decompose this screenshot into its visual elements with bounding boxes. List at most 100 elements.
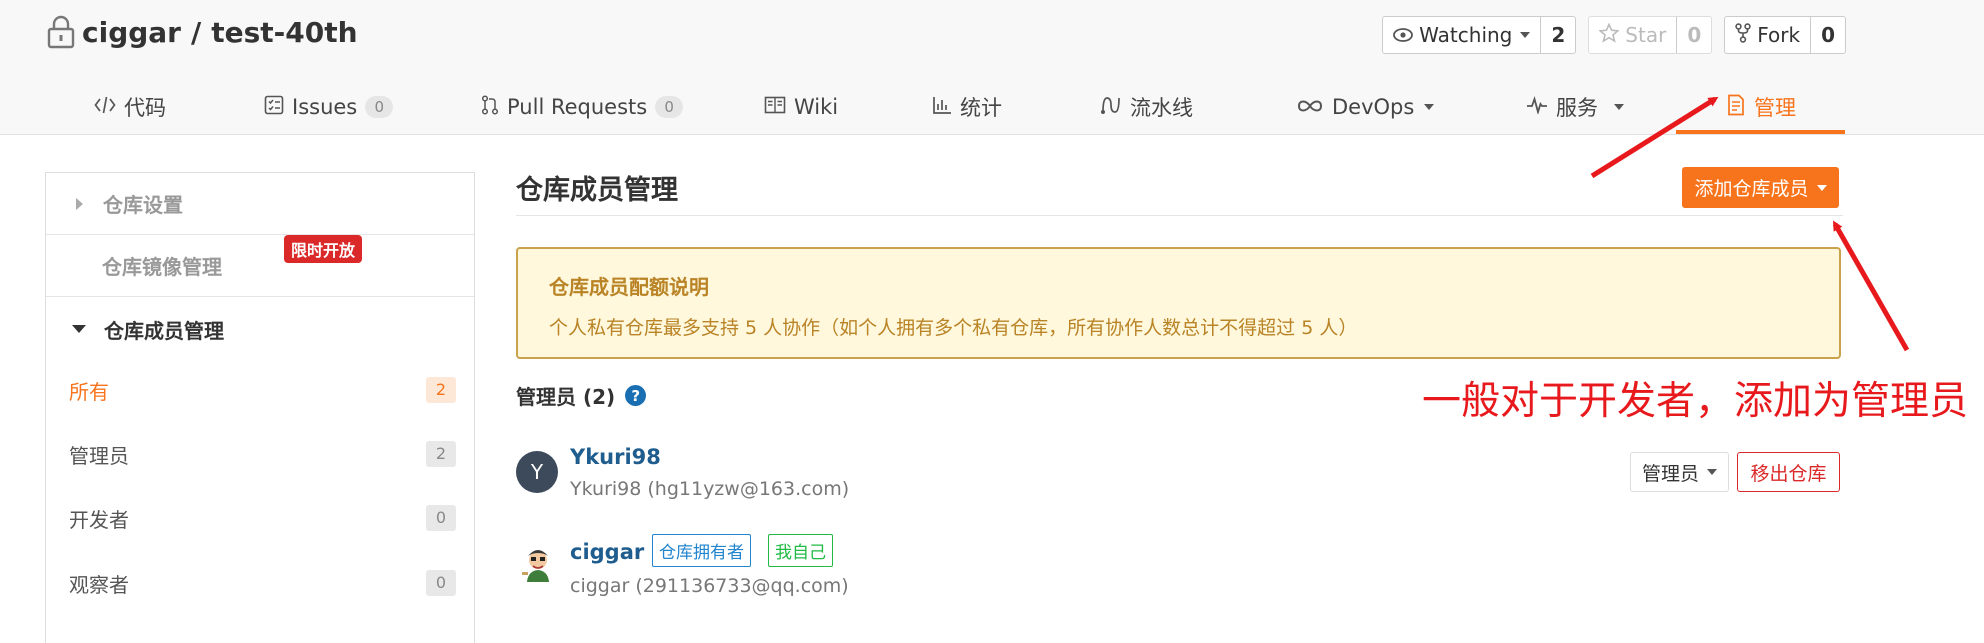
issues-icon — [264, 95, 284, 120]
pipeline-icon — [1100, 94, 1122, 121]
chevron-down-icon — [1520, 32, 1531, 38]
chevron-down-icon — [1614, 104, 1624, 110]
tab-label: 管理 — [1754, 96, 1796, 120]
fork-button[interactable]: Fork 0 — [1724, 16, 1846, 54]
sidebar-item-all[interactable]: 所有 2 — [46, 358, 474, 422]
sidebar-item-label: 仓库镜像管理 限时开放 — [102, 235, 363, 280]
fork-label: Fork — [1757, 23, 1801, 47]
add-member-label: 添加仓库成员 — [1694, 178, 1809, 200]
tab-manage[interactable]: 管理 — [1726, 80, 1796, 134]
mirror-label: 仓库镜像管理 — [102, 255, 222, 279]
watching-button[interactable]: Watching 2 — [1382, 16, 1577, 54]
tab-services[interactable]: 服务 — [1526, 80, 1624, 134]
chevron-down-icon — [1424, 104, 1435, 110]
tab-label: 服务 — [1556, 96, 1598, 120]
tab-devops[interactable]: DevOps — [1296, 80, 1435, 134]
chevron-down-icon — [1816, 184, 1827, 191]
repo-tabs: 代码 Issues 0 Pull Requests 0 Wiki 统计 流水线 … — [0, 80, 1984, 134]
repo-header: ciggar / test-40th Watching 2 Star 0 For… — [0, 0, 1984, 135]
star-label: Star — [1625, 23, 1667, 47]
repo-owner-link[interactable]: ciggar — [82, 16, 181, 49]
notice-title: 仓库成员配额说明 — [549, 275, 709, 299]
tab-label: Issues — [292, 95, 358, 119]
tab-wiki[interactable]: Wiki — [764, 80, 838, 134]
eye-icon — [1393, 23, 1414, 47]
avatar: Y — [516, 451, 558, 493]
help-icon[interactable]: ? — [625, 385, 647, 406]
annotation-text: 一般对于开发者，添加为管理员 — [1422, 379, 1969, 424]
bar-chart-icon — [932, 95, 952, 120]
pull-requests-count-badge: 0 — [655, 96, 684, 118]
tab-pipeline[interactable]: 流水线 — [1100, 80, 1193, 134]
star-count[interactable]: 0 — [1676, 17, 1711, 53]
code-icon — [94, 95, 116, 120]
sidebar-item-label: 仓库设置 — [103, 193, 183, 217]
sidebar-item-label: 开发者 — [69, 507, 129, 532]
tab-label: 统计 — [960, 96, 1002, 120]
owner-tag: 仓库拥有者 — [652, 534, 751, 567]
sidebar-members-section[interactable]: 仓库成员管理 — [46, 297, 474, 361]
watching-count[interactable]: 2 — [1540, 17, 1575, 53]
notice-text: 个人私有仓库最多支持 5 人协作（如个人拥有多个私有仓库，所有协作人数总计不得超… — [549, 317, 1358, 339]
sidebar-item-label: 管理员 — [69, 443, 129, 468]
issues-count-badge: 0 — [365, 96, 394, 118]
arrow-to-add-button — [1832, 220, 1910, 352]
tab-label: 流水线 — [1130, 96, 1193, 120]
chevron-right-icon — [76, 197, 83, 210]
member-name-link[interactable]: Ykuri98 — [570, 445, 661, 469]
role-select[interactable]: 管理员 — [1630, 452, 1729, 492]
page-title: 仓库成员管理 — [516, 175, 678, 206]
member-email: Ykuri98 (hg11yzw@163.com) — [570, 478, 850, 500]
tab-label: 代码 — [124, 96, 166, 120]
member-name-link[interactable]: ciggar — [570, 540, 644, 564]
repo-actions: Watching 2 Star 0 Fork 0 — [1382, 16, 1846, 54]
repo-name-link[interactable]: test-40th — [211, 16, 357, 49]
repo-title: ciggar / test-40th — [46, 12, 358, 52]
sidebar-item-developers[interactable]: 开发者 0 — [46, 486, 474, 550]
count-badge: 2 — [426, 377, 456, 403]
settings-doc-icon — [1726, 94, 1746, 121]
pulse-icon — [1526, 95, 1548, 119]
pull-request-icon — [481, 94, 499, 120]
tab-label: DevOps — [1332, 95, 1415, 119]
active-tab-indicator — [1676, 130, 1845, 134]
count-badge: 0 — [426, 570, 456, 596]
infinity-icon — [1296, 95, 1324, 119]
sidebar-repo-settings[interactable]: 仓库设置 — [46, 173, 474, 235]
tab-pull-requests[interactable]: Pull Requests 0 — [481, 80, 684, 134]
settings-sidebar: 仓库设置 仓库镜像管理 限时开放 仓库成员管理 所有 2 管理员 2 开发者 0… — [45, 172, 475, 643]
admins-heading: 管理员 (2) ? — [516, 381, 647, 410]
repo-separator: / — [190, 15, 202, 49]
remove-member-button[interactable]: 移出仓库 — [1737, 452, 1840, 492]
limited-badge: 限时开放 — [284, 235, 363, 263]
tab-label: Pull Requests — [507, 95, 648, 119]
fork-icon — [1735, 22, 1751, 48]
chevron-down-icon — [72, 325, 86, 333]
sidebar-item-admins[interactable]: 管理员 2 — [46, 422, 474, 486]
sidebar-item-observers[interactable]: 观察者 0 — [46, 551, 474, 615]
fork-count[interactable]: 0 — [1810, 17, 1845, 53]
book-icon — [764, 95, 786, 119]
chevron-down-icon — [1707, 469, 1717, 475]
count-badge: 0 — [426, 505, 456, 531]
quota-notice: 仓库成员配额说明 个人私有仓库最多支持 5 人协作（如个人拥有多个私有仓库，所有… — [516, 247, 1841, 359]
add-member-button[interactable]: 添加仓库成员 — [1682, 167, 1839, 208]
admins-heading-label: 管理员 (2) — [516, 385, 616, 409]
watching-label: Watching — [1419, 23, 1513, 47]
avatar — [518, 546, 556, 584]
sidebar-item-label: 观察者 — [69, 572, 129, 597]
member-email: ciggar (291136733@qq.com) — [570, 575, 849, 597]
sidebar-item-mirror[interactable]: 仓库镜像管理 限时开放 — [46, 235, 474, 297]
tab-issues[interactable]: Issues 0 — [264, 80, 394, 134]
member-row: ciggar 仓库拥有者 我自己 ciggar (291136733@qq.co… — [516, 534, 1843, 600]
tab-stats[interactable]: 统计 — [932, 80, 1002, 134]
role-select-value: 管理员 — [1641, 462, 1699, 485]
divider — [516, 215, 1843, 216]
sidebar-item-label: 仓库成员管理 — [104, 318, 224, 343]
count-badge: 2 — [426, 441, 456, 467]
lock-icon — [46, 15, 76, 49]
self-tag: 我自己 — [768, 534, 833, 567]
tab-code[interactable]: 代码 — [94, 80, 166, 134]
star-button[interactable]: Star 0 — [1588, 16, 1713, 54]
sidebar-item-label: 所有 — [69, 379, 109, 404]
